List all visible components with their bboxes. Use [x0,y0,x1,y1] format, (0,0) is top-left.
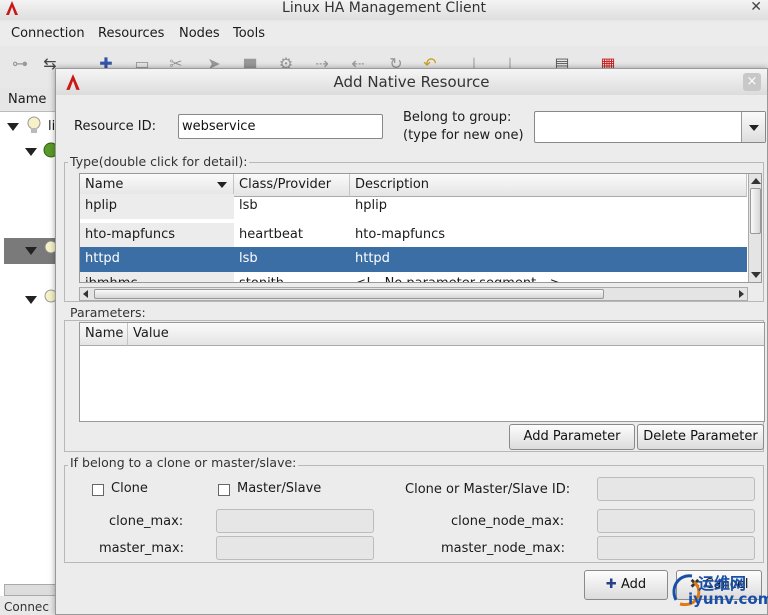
tree-column-header[interactable]: Name [0,88,60,112]
resource-tree-panel: Name li [0,88,60,596]
lightbulb-icon [27,116,41,133]
clone-node-max-field [597,509,755,533]
dialog-close-icon[interactable]: × [743,73,761,91]
master-slave-checkbox[interactable] [218,484,230,496]
connect-icon[interactable]: ⊶ [10,54,30,74]
master-max-label: master_max: [99,541,185,556]
master-node-max-field [597,536,755,560]
main-close-icon[interactable]: ✕ [750,0,762,16]
chevron-down-icon[interactable] [741,112,765,142]
sort-descending-icon[interactable] [217,182,227,188]
add-button-label: Add [620,577,647,592]
add-native-resource-dialog: Add Native Resource × Resource ID: Belon… [55,68,768,615]
clone-checkbox[interactable] [92,484,104,496]
site-watermark: 运维网 iyunv.com [668,570,768,610]
menu-connection[interactable]: Connection [11,26,85,41]
main-window-title: Linux HA Management Client [282,0,486,16]
scroll-right-icon[interactable] [739,290,744,298]
clone-max-label: clone_max: [109,514,184,529]
group-label-line1: Belong to group: [403,110,512,125]
cell-description: hto-mapfuncs [355,227,446,242]
delete-parameter-button[interactable]: Delete Parameter [637,424,764,450]
plus-icon: ✚ [605,577,617,592]
cell-name: httpd [85,251,120,266]
tree-expand-icon[interactable] [25,148,37,156]
type-table-horizontal-scrollbar[interactable] [79,287,748,301]
cell-name: hto-mapfuncs [80,223,234,248]
group-label-line2: (type for new one) [403,128,524,143]
param-column-name[interactable]: Name [80,323,128,346]
scroll-left-icon[interactable] [83,290,88,298]
horizontal-scroll-thumb[interactable] [94,289,604,299]
cell-description: <!-- No parameter segment --> [350,272,747,282]
cell-class: lsb [239,251,258,266]
type-table-vertical-scrollbar[interactable] [748,174,761,282]
parameters-table[interactable]: Name Value [79,322,765,422]
cell-description: httpd [355,251,390,266]
parameters-group-title: Parameters: [68,305,148,320]
table-row[interactable]: hto-mapfuncs heartbeat hto-mapfuncs [80,223,747,248]
menu-resources[interactable]: Resources [98,26,164,41]
clone-node-max-label: clone_node_max: [451,514,565,529]
tree-expand-icon[interactable] [25,247,37,255]
table-row-selected[interactable]: httpd lsb httpd [80,247,747,272]
clone-checkbox-label: Clone [111,481,148,496]
cell-class: heartbeat [239,227,303,242]
cell-class: lsb [239,198,258,213]
add-parameter-button[interactable]: Add Parameter [509,424,635,450]
linux-ha-app-icon [6,1,18,15]
cell-name: hplip [80,194,234,219]
scroll-down-icon[interactable] [751,272,761,278]
dialog-titlebar: Add Native Resource × [56,69,767,95]
menubar: Connection Resources Nodes Tools [0,22,768,46]
tree-horizontal-scrollbar[interactable] [4,584,60,596]
scroll-up-icon[interactable] [751,178,761,184]
master-max-field [216,536,374,560]
cell-description: hplip [355,198,387,213]
tree-expand-icon[interactable] [25,296,37,304]
menu-nodes[interactable]: Nodes [179,26,220,41]
clone-ms-id-label: Clone or Master/Slave ID: [405,482,571,497]
dialog-title: Add Native Resource [333,73,490,91]
main-window-titlebar: Linux HA Management Client ✕ [0,0,768,20]
tree-expand-icon[interactable] [7,123,19,131]
resource-id-input[interactable] [178,114,383,139]
resource-id-label: Resource ID: [74,119,156,134]
add-button[interactable]: ✚ Add [584,570,668,600]
resource-type-table[interactable]: Name Class/Provider Description hplip ls… [79,173,762,283]
param-column-value[interactable]: Value [128,323,764,346]
master-node-max-label: master_node_max: [441,541,565,556]
watermark-text-line2: iyunv.com [688,590,768,608]
cell-class: stonith [234,272,350,282]
clone-max-field [216,509,374,533]
cell-name: ibmhmc [80,272,234,282]
master-slave-checkbox-label: Master/Slave [237,481,322,496]
clone-ms-id-field [597,477,755,501]
table-row[interactable]: hplip lsb hplip [80,194,747,219]
linux-ha-app-icon [66,74,80,90]
clone-group-title: If belong to a clone or master/slave: [68,455,299,470]
table-row[interactable]: ibmhmc stonith <!-- No parameter segment… [80,272,747,282]
belong-to-group-combo[interactable] [534,111,766,143]
column-header-name-label: Name [85,177,124,192]
vertical-scroll-thumb[interactable] [750,188,761,234]
type-group-title: Type(double click for detail): [68,154,250,169]
menu-tools[interactable]: Tools [233,26,265,41]
